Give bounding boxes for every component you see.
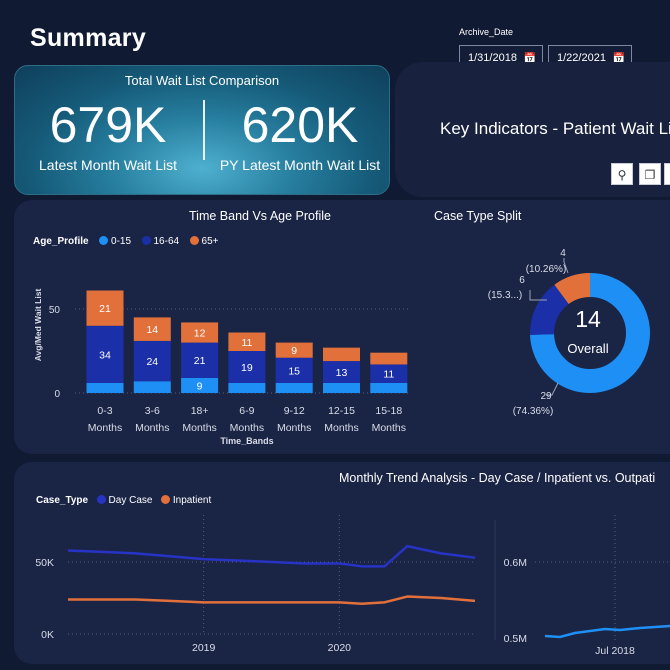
x-tick-label: 2019 [192, 642, 216, 654]
outpatient-series-line [544, 624, 670, 639]
right-y-tick-label: 0.6M [504, 557, 527, 569]
x-tick-label: 2020 [328, 642, 352, 654]
series-line-day-case [67, 544, 476, 568]
y-tick-label: 50K [35, 557, 54, 569]
y-tick-label: 0K [41, 629, 54, 641]
trend-chart: 0K 50K 2019 2020 0.6M 0.5M Jul 2018 [35, 515, 670, 657]
series-line-inpatient [68, 595, 476, 606]
right-x-tick-label: Jul 2018 [595, 645, 635, 657]
right-y-tick-label: 0.5M [504, 633, 527, 645]
